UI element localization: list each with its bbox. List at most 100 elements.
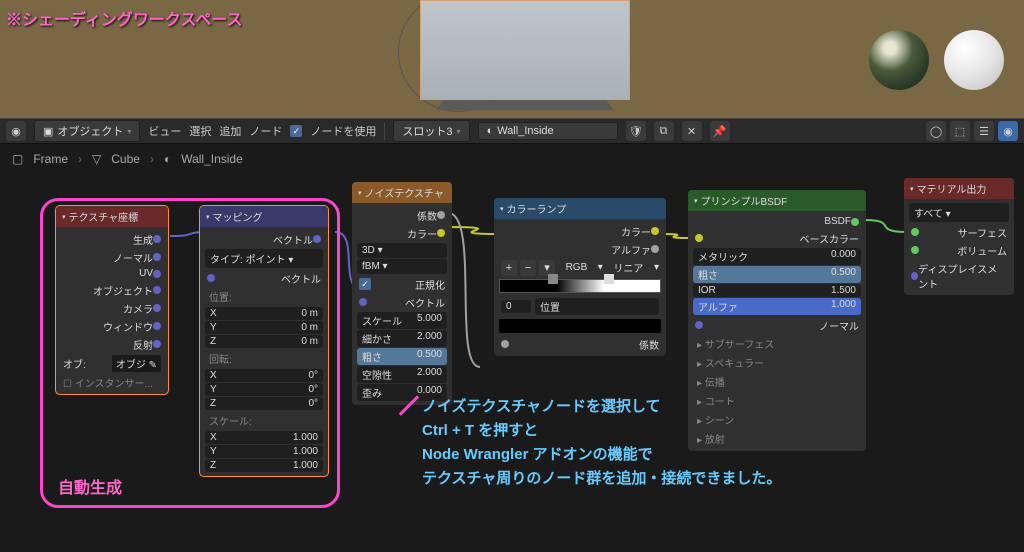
node-header[interactable]: ▾ノイズテクスチャ <box>352 182 452 203</box>
output-alpha[interactable]: アルファ <box>499 240 661 258</box>
dim-dropdown[interactable]: 3D ▾ <box>357 243 447 258</box>
hdri-preview-sphere[interactable] <box>869 30 929 90</box>
input-normal[interactable]: ノーマル <box>693 316 861 334</box>
viewport-3d[interactable]: ※シェーディングワークスペース <box>0 0 1024 118</box>
scale-x[interactable]: X1.000 <box>205 431 323 444</box>
output-camera[interactable]: カメラ <box>61 299 163 317</box>
menu-node[interactable]: ノード <box>249 123 282 139</box>
node-header[interactable]: ▾テクスチャ座標 <box>56 206 168 227</box>
type-dropdown[interactable]: タイプ: ポイント ▾ <box>205 249 323 268</box>
menu-select[interactable]: 選択 <box>189 123 211 139</box>
node-mapping[interactable]: ▾マッピング ベクトル タイプ: ポイント ▾ ベクトル 位置: X0 m Y0… <box>200 206 328 476</box>
output-fac[interactable]: 係数 <box>357 206 447 224</box>
material-icon: ◐ <box>164 152 171 166</box>
node-noise-texture[interactable]: ▾ノイズテクスチャ 係数 カラー 3D ▾ fBM ▾ ✓ 正規化 ベクトル ス… <box>352 182 452 405</box>
breadcrumb-material[interactable]: Wall_Inside <box>181 152 243 166</box>
menu-add[interactable]: 追加 <box>219 123 241 139</box>
fbm-dropdown[interactable]: fBM ▾ <box>357 259 447 274</box>
input-vector[interactable]: ベクトル <box>357 293 447 311</box>
input-vector[interactable]: ベクトル <box>205 269 323 287</box>
node-editor-header: ◉ ▣ オブジェクト ▾ ビュー 選択 追加 ノード ✓ ノードを使用 スロット… <box>0 118 1024 144</box>
floor-object <box>436 100 614 110</box>
ramp-controls[interactable]: +−▾ RGB ▾ リニア ▾ <box>499 258 661 277</box>
normalize-check[interactable]: ✓ 正規化 <box>357 275 447 293</box>
color-swatch[interactable] <box>499 319 661 333</box>
scale-y[interactable]: Y1.000 <box>205 445 323 458</box>
wall-object <box>420 0 630 100</box>
instancer-checkbox[interactable]: ☐ インスタンサー... <box>61 373 163 391</box>
node-color-ramp[interactable]: ▾カラーランプ カラー アルファ +−▾ RGB ▾ リニア ▾ 0 位置 係数 <box>494 198 666 356</box>
use-nodes-checkbox[interactable]: ✓ <box>290 125 302 137</box>
alpha-field[interactable]: アルファ1.000 <box>693 298 861 315</box>
fake-user-button[interactable]: 🛡 <box>626 121 646 141</box>
target-dropdown[interactable]: すべて ▾ <box>909 203 1009 222</box>
node-material-output[interactable]: ▾マテリアル出力 すべて ▾ サーフェス ボリューム ディスプレイスメント <box>904 178 1014 295</box>
loc-z[interactable]: Z0 m <box>205 335 323 348</box>
scale-label: スケール: <box>205 411 323 430</box>
stop-index[interactable]: 0 <box>501 300 531 313</box>
options-icon[interactable]: ☰ <box>974 121 994 141</box>
rotation-label: 回転: <box>205 349 323 368</box>
input-fac[interactable]: 係数 <box>499 335 661 353</box>
editor-type-icon[interactable]: ◉ <box>6 121 26 141</box>
trans-section[interactable]: ▸ 伝播 <box>693 372 861 391</box>
loc-x[interactable]: X0 m <box>205 307 323 320</box>
ior-field[interactable]: IOR1.500 <box>693 284 861 297</box>
scale-field[interactable]: スケール5.000 <box>357 312 447 329</box>
output-color[interactable]: カラー <box>357 224 447 242</box>
material-selector[interactable]: ◐ Wall_Inside <box>478 122 618 140</box>
metallic-field[interactable]: メタリック0.000 <box>693 248 861 265</box>
rot-z[interactable]: Z0° <box>205 397 323 410</box>
slot-dropdown[interactable]: スロット3 ▾ <box>393 120 469 142</box>
stop-pos[interactable]: 位置 <box>535 298 659 315</box>
output-window[interactable]: ウィンドウ <box>61 317 163 335</box>
overlay-icon[interactable]: ◯ <box>926 121 946 141</box>
output-generated[interactable]: 生成 <box>61 230 163 248</box>
snap-icon[interactable]: ⬚ <box>950 121 970 141</box>
specular-section[interactable]: ▸ スペキュラー <box>693 353 861 372</box>
output-object[interactable]: オブジェクト <box>61 281 163 299</box>
breadcrumb-cube[interactable]: Cube <box>111 152 140 166</box>
use-nodes-label[interactable]: ノードを使用 <box>310 123 376 139</box>
input-base-color[interactable]: ベースカラー <box>693 229 861 247</box>
location-label: 位置: <box>205 287 323 306</box>
output-uv[interactable]: UV <box>61 266 163 281</box>
rot-x[interactable]: X0° <box>205 369 323 382</box>
unlink-button[interactable]: ✕ <box>682 121 702 141</box>
node-header[interactable]: ▾マッピング <box>200 206 328 227</box>
input-displacement[interactable]: ディスプレイスメント <box>909 259 1009 292</box>
output-reflection[interactable]: 反射 <box>61 335 163 353</box>
output-vector[interactable]: ベクトル <box>205 230 323 248</box>
node-texture-coordinate[interactable]: ▾テクスチャ座標 生成 ノーマル UV オブジェクト カメラ ウィンドウ 反射 … <box>56 206 168 394</box>
chevron-down-icon: ▾ <box>127 127 131 136</box>
subsurface-section[interactable]: ▸ サブサーフェス <box>693 334 861 353</box>
node-header[interactable]: ▾マテリアル出力 <box>904 178 1014 199</box>
object-picker[interactable]: オブ:オブジ ✎ <box>61 353 163 373</box>
rot-y[interactable]: Y0° <box>205 383 323 396</box>
node-header[interactable]: ▾プリンシプルBSDF <box>688 190 866 211</box>
input-volume[interactable]: ボリューム <box>909 241 1009 259</box>
color-ramp-gradient[interactable] <box>499 279 661 293</box>
input-surface[interactable]: サーフェス <box>909 223 1009 241</box>
annotation-workspace: ※シェーディングワークスペース <box>6 6 242 30</box>
breadcrumb-frame[interactable]: Frame <box>33 152 68 166</box>
output-color[interactable]: カラー <box>499 222 661 240</box>
loc-y[interactable]: Y0 m <box>205 321 323 334</box>
shading-icon[interactable]: ◉ <box>998 121 1018 141</box>
duplicate-button[interactable]: ⧉ <box>654 121 674 141</box>
annotation-instructions: ノイズテクスチャノードを選択して Ctrl + T を押すと Node Wran… <box>422 395 781 491</box>
scale-z[interactable]: Z1.000 <box>205 459 323 472</box>
node-editor-canvas[interactable]: ▾テクスチャ座標 生成 ノーマル UV オブジェクト カメラ ウィンドウ 反射 … <box>0 174 1024 552</box>
pin-button[interactable]: 📌 <box>710 121 730 141</box>
output-normal[interactable]: ノーマル <box>61 248 163 266</box>
mode-dropdown[interactable]: ▣ オブジェクト ▾ <box>34 120 140 142</box>
menu-view[interactable]: ビュー <box>148 123 181 139</box>
rough-field[interactable]: 粗さ0.500 <box>357 348 447 365</box>
node-header[interactable]: ▾カラーランプ <box>494 198 666 219</box>
detail-field[interactable]: 細かさ2.000 <box>357 330 447 347</box>
rough-field[interactable]: 粗さ0.500 <box>693 266 861 283</box>
breadcrumb: ▢ Frame › ▽ Cube › ◐ Wall_Inside <box>0 144 1024 174</box>
lac-field[interactable]: 空隙性2.000 <box>357 366 447 383</box>
matcap-preview-sphere[interactable] <box>944 30 1004 90</box>
output-bsdf[interactable]: BSDF <box>693 214 861 229</box>
